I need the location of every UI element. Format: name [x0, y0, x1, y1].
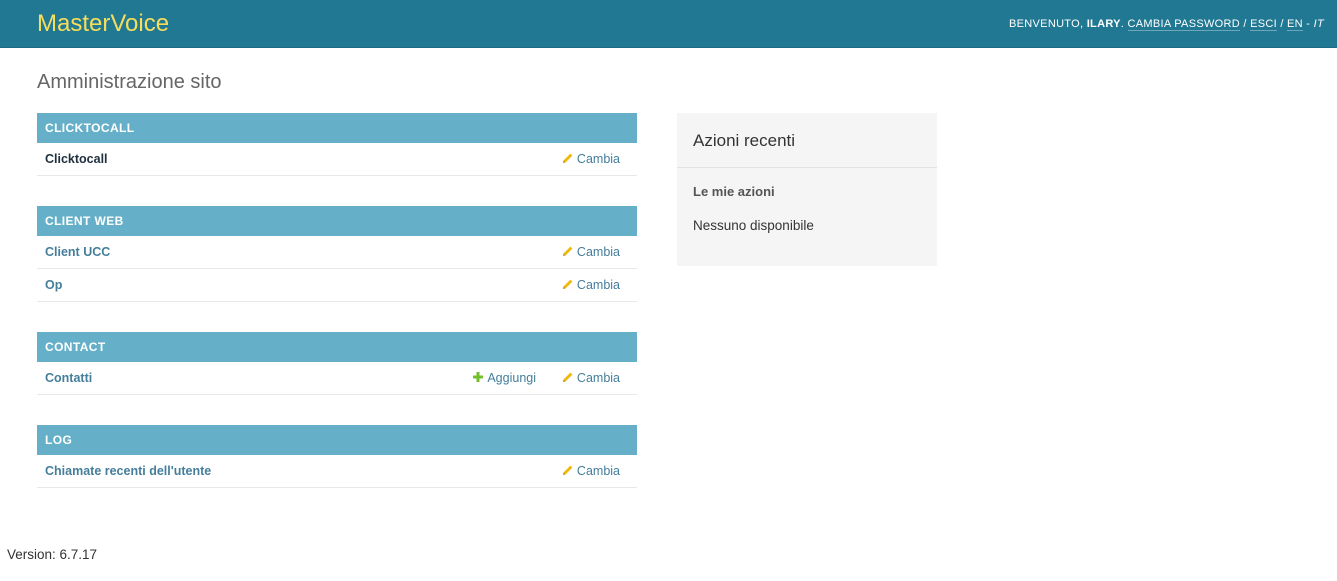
change-link[interactable]: Cambia [562, 152, 620, 166]
pencil-icon [562, 246, 573, 256]
welcome-text: BENVENUTO, [1009, 18, 1084, 30]
my-actions-heading: Le mie azioni [693, 184, 775, 199]
model-link-clicktocall[interactable]: Clicktocall [45, 152, 108, 166]
no-actions-text: Nessuno disponibile [693, 218, 814, 233]
username: ILARY [1086, 18, 1121, 30]
model-row: Contatti Aggiungi Cambia [37, 362, 637, 395]
change-password-link[interactable]: CAMBIA PASSWORD [1127, 18, 1240, 31]
pencil-icon [562, 465, 573, 475]
model-link-client-ucc[interactable]: Client UCC [45, 245, 110, 259]
app-module-log: LOG Chiamate recenti dell'utente Cambia [37, 425, 637, 488]
app-module-clicktocall: CLICKTOCALL Clicktocall Cambia [37, 113, 637, 176]
change-label: Cambia [576, 152, 620, 166]
language-it-current: IT [1313, 18, 1324, 30]
model-row: Chiamate recenti dell'utente Cambia [37, 455, 637, 488]
separator: / [1280, 18, 1284, 30]
pencil-icon [562, 153, 573, 163]
app-module-client-web: CLIENT WEB Client UCC Cambia Op Cambia [37, 206, 637, 302]
user-tools: BENVENUTO, ILARY. CAMBIA PASSWORD / ESCI… [1009, 18, 1324, 31]
model-row: Op Cambia [37, 269, 637, 302]
module-caption[interactable]: CLIENT WEB [37, 206, 637, 236]
recent-actions-title: Azioni recenti [677, 113, 937, 168]
plus-icon [473, 372, 484, 382]
separator: / [1243, 18, 1247, 30]
change-link[interactable]: Cambia [562, 464, 620, 478]
model-row: Client UCC Cambia [37, 236, 637, 269]
change-label: Cambia [576, 464, 620, 478]
version-text: Version: 6.7.17 [7, 547, 98, 562]
pencil-icon [562, 372, 573, 382]
change-link[interactable]: Cambia [562, 278, 620, 292]
change-link[interactable]: Cambia [562, 371, 620, 385]
language-en-link[interactable]: EN [1287, 18, 1303, 31]
model-link-contatti[interactable]: Contatti [45, 371, 92, 385]
add-label: Aggiungi [487, 371, 536, 385]
change-label: Cambia [576, 245, 620, 259]
module-caption[interactable]: LOG [37, 425, 637, 455]
change-label: Cambia [576, 371, 620, 385]
model-link-chiamate-recenti[interactable]: Chiamate recenti dell'utente [45, 464, 211, 478]
model-link-op[interactable]: Op [45, 278, 62, 292]
change-label: Cambia [576, 278, 620, 292]
separator: - [1306, 18, 1311, 30]
model-row: Clicktocall Cambia [37, 143, 637, 176]
module-caption[interactable]: CONTACT [37, 332, 637, 362]
pencil-icon [562, 279, 573, 289]
app-module-contact: CONTACT Contatti Aggiungi Cambia [37, 332, 637, 395]
change-link[interactable]: Cambia [562, 245, 620, 259]
page-title: Amministrazione sito [37, 71, 222, 93]
recent-actions-panel: Azioni recenti Le mie azioni Nessuno dis… [677, 113, 937, 266]
module-caption[interactable]: CLICKTOCALL [37, 113, 637, 143]
logout-link[interactable]: ESCI [1250, 18, 1277, 31]
add-link[interactable]: Aggiungi [472, 371, 536, 385]
site-brand[interactable]: MasterVoice [37, 9, 169, 39]
header: MasterVoice BENVENUTO, ILARY. CAMBIA PAS… [0, 0, 1337, 48]
